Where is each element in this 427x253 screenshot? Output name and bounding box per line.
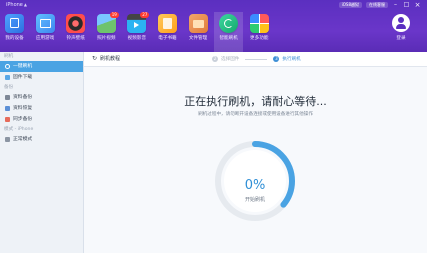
login-button[interactable]: 登录 bbox=[388, 14, 414, 42]
step-label: 执行刷机 bbox=[282, 57, 301, 62]
sidebar-section-title: 刷机 bbox=[4, 54, 14, 59]
nav-my-device[interactable]: 我的设备 bbox=[0, 12, 29, 52]
support-badge[interactable]: 在线客服 bbox=[366, 2, 388, 8]
sidebar: 刷机 一键刷机 固件下载 备份 资料备份 资料恢复 同步备份 模式 - iPho… bbox=[0, 52, 84, 253]
music-icon bbox=[66, 14, 86, 33]
top-bar: iPhone▲ iOS8越狱 在线客服 – □ × 我的设备 应用游戏 铃声壁纸 bbox=[0, 0, 427, 52]
step-number: 3 bbox=[273, 56, 280, 62]
device-icon bbox=[5, 14, 24, 33]
nav-label: 电子书籍 bbox=[158, 36, 177, 41]
sidebar-item-label: 一键刷机 bbox=[13, 64, 33, 69]
page-subtitle: 刷机过程中，请勿断开设备连接或使用设备进行其他操作 bbox=[198, 112, 313, 117]
step-number: 2 bbox=[212, 56, 218, 62]
ebook-icon bbox=[157, 14, 177, 33]
back-arrow-icon: ↻ bbox=[92, 55, 98, 62]
nav-label: 智能刷机 bbox=[219, 36, 238, 41]
nav-label: 更多功能 bbox=[250, 36, 269, 41]
system-bar: iOS8越狱 在线客服 – □ × bbox=[338, 1, 421, 9]
photo-icon: 19 bbox=[96, 12, 119, 33]
nav-ringtones[interactable]: 铃声壁纸 bbox=[61, 12, 90, 52]
book-icon bbox=[5, 106, 10, 111]
jailbreak-badge[interactable]: iOS8越狱 bbox=[338, 2, 362, 8]
sidebar-item-firmware-download[interactable]: 固件下载 bbox=[0, 72, 83, 83]
device-dropdown-icon: ▲ bbox=[23, 2, 27, 7]
user-icon bbox=[392, 14, 410, 32]
nav-photos[interactable]: 19 照片视频 bbox=[92, 12, 121, 52]
notification-badge: 19 bbox=[109, 12, 119, 18]
apps-icon bbox=[35, 14, 55, 33]
main-nav: 我的设备 应用游戏 铃声壁纸 19 照片视频 27 视频影音 电子书籍 文件管理… bbox=[0, 12, 275, 52]
nav-label: 视频影音 bbox=[127, 36, 147, 41]
flash-icon bbox=[5, 64, 10, 69]
sync-icon bbox=[5, 117, 10, 122]
video-icon: 27 bbox=[127, 12, 150, 33]
flash-icon bbox=[219, 14, 239, 33]
sidebar-item-data-restore[interactable]: 资料恢复 bbox=[0, 103, 83, 114]
device-selector[interactable]: iPhone▲ bbox=[6, 1, 27, 9]
sidebar-item-data-backup[interactable]: 资料备份 bbox=[0, 92, 83, 103]
more-icon bbox=[249, 14, 269, 33]
step-indicator: 2 选择固件 3 执行刷机 bbox=[212, 55, 301, 63]
nav-flash[interactable]: 智能刷机 bbox=[214, 12, 244, 52]
device-mode-icon bbox=[5, 137, 10, 142]
login-label: 登录 bbox=[396, 36, 406, 41]
sidebar-item-label: 正常模式 bbox=[13, 137, 33, 142]
nav-apps[interactable]: 应用游戏 bbox=[31, 12, 60, 52]
download-icon bbox=[5, 75, 10, 80]
sidebar-item-normal-mode[interactable]: 正常模式 bbox=[0, 134, 83, 145]
nav-label: 我的设备 bbox=[5, 36, 24, 41]
notification-badge: 27 bbox=[140, 12, 150, 18]
sidebar-section-title: 模式 - iPhone bbox=[4, 127, 34, 132]
step-connector bbox=[245, 58, 268, 60]
phone-icon bbox=[5, 95, 10, 100]
maximize-icon[interactable]: □ bbox=[403, 2, 410, 8]
sidebar-item-label: 资料恢复 bbox=[13, 106, 33, 111]
sidebar-item-label: 资料备份 bbox=[13, 95, 33, 100]
nav-more[interactable]: 更多功能 bbox=[245, 12, 274, 52]
sidebar-section-title: 备份 bbox=[4, 85, 14, 90]
page-title: 正在执行刷机，请耐心等待... bbox=[184, 95, 327, 108]
main-panel: ↻ 刷机教程 2 选择固件 3 执行刷机 正在执行刷机，请耐心等待... 刷机过… bbox=[84, 52, 427, 253]
sidebar-item-one-click-flash[interactable]: 一键刷机 bbox=[0, 61, 83, 72]
sidebar-item-sync-backup[interactable]: 同步备份 bbox=[0, 114, 83, 125]
sidebar-item-label: 同步备份 bbox=[13, 117, 33, 122]
progress-percent: 0% bbox=[244, 178, 266, 193]
progress-status: 开始刷机 bbox=[244, 197, 265, 203]
device-name: iPhone bbox=[6, 2, 23, 8]
back-button[interactable]: ↻ 刷机教程 bbox=[92, 55, 120, 63]
nav-label: 应用游戏 bbox=[35, 36, 55, 41]
nav-label: 文件管理 bbox=[188, 36, 208, 41]
close-icon[interactable]: × bbox=[414, 2, 421, 9]
step-label: 选择固件 bbox=[221, 57, 240, 62]
sidebar-item-label: 固件下载 bbox=[13, 75, 33, 80]
app-window: iPhone▲ iOS8越狱 在线客服 – □ × 我的设备 应用游戏 铃声壁纸 bbox=[0, 0, 427, 253]
folder-icon bbox=[188, 14, 208, 33]
nav-label: 照片视频 bbox=[97, 36, 116, 41]
nav-videos[interactable]: 27 视频影音 bbox=[122, 12, 151, 52]
step-select-firmware: 2 选择固件 bbox=[212, 56, 239, 62]
minimize-icon[interactable]: – bbox=[392, 2, 399, 8]
back-label: 刷机教程 bbox=[100, 56, 121, 62]
nav-files[interactable]: 文件管理 bbox=[184, 12, 213, 52]
step-execute-flash: 3 执行刷机 bbox=[273, 56, 301, 62]
step-bar: ↻ 刷机教程 2 选择固件 3 执行刷机 bbox=[84, 52, 427, 67]
nav-ebooks[interactable]: 电子书籍 bbox=[153, 12, 182, 52]
nav-label: 铃声壁纸 bbox=[66, 36, 85, 41]
